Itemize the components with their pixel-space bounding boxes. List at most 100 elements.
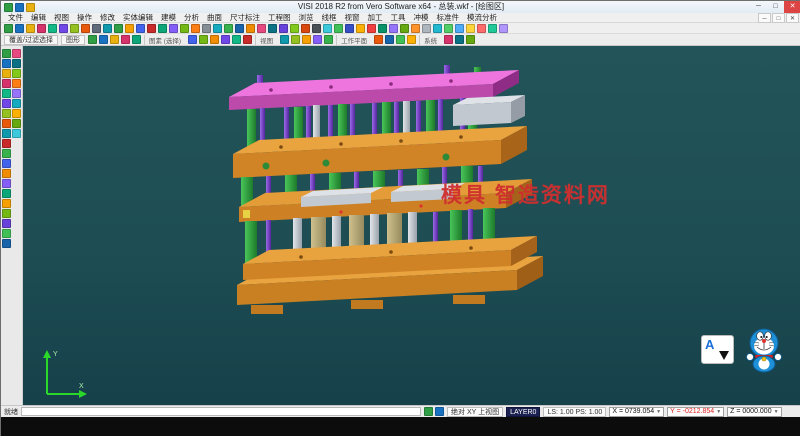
menu-item[interactable]: 加工 <box>365 13 386 23</box>
toolbar-icon[interactable] <box>188 35 197 44</box>
toolbar-icon[interactable] <box>374 35 383 44</box>
toolbar-icon[interactable] <box>26 24 35 33</box>
toolbar-icon[interactable] <box>367 24 376 33</box>
child-close-button[interactable]: ✕ <box>786 13 799 23</box>
toolbar-icon[interactable] <box>81 24 90 33</box>
status-layer-chip[interactable]: LAYER0 <box>506 407 540 417</box>
toolbar-icon[interactable] <box>12 129 21 138</box>
toolbar-icon[interactable] <box>2 139 11 148</box>
chevron-down-icon[interactable]: ▼ <box>656 409 661 415</box>
toolbar-icon[interactable] <box>2 99 11 108</box>
toolbar-icon[interactable] <box>301 24 310 33</box>
toolbar-icon[interactable] <box>2 209 11 218</box>
menu-item[interactable]: 工具 <box>388 13 409 23</box>
toolbar-icon[interactable] <box>125 24 134 33</box>
menu-item[interactable]: 浏览 <box>296 13 317 23</box>
toolbar-icon[interactable] <box>2 149 11 158</box>
toolbar-icon[interactable] <box>2 219 11 228</box>
maximize-button[interactable]: □ <box>767 1 784 13</box>
toolbar-icon[interactable] <box>2 49 11 58</box>
toolbar-tab-filter[interactable]: 覆盖/过滤选择 <box>4 35 58 45</box>
toolbar-icon[interactable] <box>334 24 343 33</box>
minimize-button[interactable]: ─ <box>750 1 767 13</box>
toolbar-icon[interactable] <box>323 24 332 33</box>
toolbar-icon[interactable] <box>103 24 112 33</box>
toolbar-icon[interactable] <box>12 89 21 98</box>
toolbar-icon[interactable] <box>345 24 354 33</box>
coordinate-z[interactable]: Z = 0000.000 ▼ <box>727 407 781 417</box>
toolbar-icon[interactable] <box>411 24 420 33</box>
menu-item[interactable]: 建模 <box>158 13 179 23</box>
toolbar-icon[interactable] <box>444 24 453 33</box>
menu-item[interactable]: 视窗 <box>342 13 363 23</box>
toolbar-icon[interactable] <box>169 24 178 33</box>
menu-item[interactable]: 标准件 <box>434 13 463 23</box>
toolbar-icon[interactable] <box>455 35 464 44</box>
toolbar-icon[interactable] <box>235 24 244 33</box>
toolbar-icon[interactable] <box>280 35 289 44</box>
toolbar-icon[interactable] <box>12 119 21 128</box>
toolbar-icon[interactable] <box>257 24 266 33</box>
toolbar-icon[interactable] <box>121 35 130 44</box>
toolbar-icon[interactable] <box>290 24 299 33</box>
toolbar-icon[interactable] <box>99 35 108 44</box>
menu-item[interactable]: 操作 <box>74 13 95 23</box>
menu-item[interactable]: 模流分析 <box>464 13 500 23</box>
toolbar-icon[interactable] <box>2 239 11 248</box>
menu-item[interactable]: 文件 <box>5 13 26 23</box>
toolbar-icon[interactable] <box>224 24 233 33</box>
toolbar-icon[interactable] <box>455 24 464 33</box>
toolbar-icon[interactable] <box>12 59 21 68</box>
toolbar-icon[interactable] <box>88 35 97 44</box>
toolbar-icon[interactable] <box>444 35 453 44</box>
chevron-down-icon[interactable]: ▼ <box>716 409 721 415</box>
toolbar-icon[interactable] <box>158 24 167 33</box>
toolbar-icon[interactable] <box>48 24 57 33</box>
close-button[interactable]: ✕ <box>784 1 800 13</box>
toolbar-icon[interactable] <box>378 24 387 33</box>
coordinate-x[interactable]: X = 0739.054 ▼ <box>609 407 664 417</box>
toolbar-icon[interactable] <box>400 24 409 33</box>
toolbar-icon[interactable] <box>407 35 416 44</box>
toolbar-icon[interactable] <box>132 35 141 44</box>
toolbar-icon[interactable] <box>312 24 321 33</box>
toolbar-icon[interactable] <box>114 24 123 33</box>
menu-item[interactable]: 线框 <box>319 13 340 23</box>
menu-item[interactable]: 冲模 <box>411 13 432 23</box>
viewport-3d[interactable]: 模具 智造资料网 A <box>23 46 800 405</box>
toolbar-icon[interactable] <box>488 24 497 33</box>
toolbar-icon[interactable] <box>147 24 156 33</box>
chevron-down-icon[interactable]: ▼ <box>774 409 779 415</box>
toolbar-icon[interactable] <box>59 24 68 33</box>
toolbar-icon[interactable] <box>499 24 508 33</box>
toolbar-tab-graphics[interactable]: 图形 <box>61 35 85 45</box>
toolbar-icon[interactable] <box>2 229 11 238</box>
coordinate-y[interactable]: Y = -0212.854 ▼ <box>667 407 724 417</box>
toolbar-icon[interactable] <box>422 24 431 33</box>
menu-item[interactable]: 编辑 <box>28 13 49 23</box>
toolbar-icon[interactable] <box>268 24 277 33</box>
toolbar-icon[interactable] <box>2 119 11 128</box>
menu-item[interactable]: 修改 <box>97 13 118 23</box>
toolbar-icon[interactable] <box>213 24 222 33</box>
toolbar-icon[interactable] <box>12 49 21 58</box>
toolbar-icon[interactable] <box>12 109 21 118</box>
toolbar-icon[interactable] <box>291 35 300 44</box>
toolbar-icon[interactable] <box>12 79 21 88</box>
toolbar-icon[interactable] <box>356 24 365 33</box>
toolbar-icon[interactable] <box>313 35 322 44</box>
toolbar-icon[interactable] <box>2 179 11 188</box>
toolbar-icon[interactable] <box>466 35 475 44</box>
toolbar-icon[interactable] <box>2 69 11 78</box>
toolbar-icon[interactable] <box>2 129 11 138</box>
toolbar-icon[interactable] <box>385 35 394 44</box>
toolbar-icon[interactable] <box>2 109 11 118</box>
toolbar-icon[interactable] <box>433 24 442 33</box>
toolbar-icon[interactable] <box>110 35 119 44</box>
toolbar-icon[interactable] <box>2 189 11 198</box>
toolbar-icon[interactable] <box>180 24 189 33</box>
toolbar-icon[interactable] <box>199 35 208 44</box>
toolbar-icon[interactable] <box>2 169 11 178</box>
toolbar-icon[interactable] <box>12 99 21 108</box>
toolbar-icon[interactable] <box>221 35 230 44</box>
